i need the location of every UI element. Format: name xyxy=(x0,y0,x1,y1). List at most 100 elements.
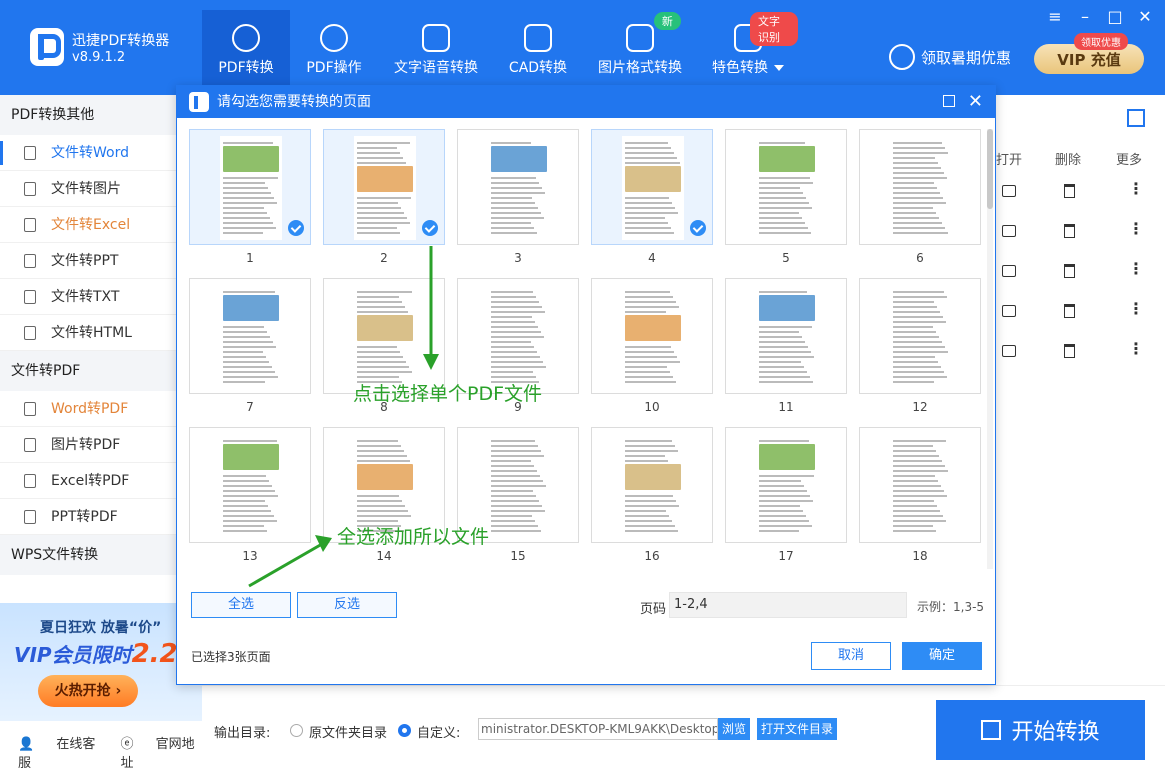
trash-icon[interactable] xyxy=(1064,344,1075,358)
minimize-icon[interactable]: – xyxy=(1076,8,1094,26)
online-service-link[interactable]: 👤 在线客服 xyxy=(18,733,102,770)
close-icon[interactable]: ✕ xyxy=(968,86,983,118)
text-line xyxy=(491,525,538,527)
text-line xyxy=(491,311,545,313)
trash-icon[interactable] xyxy=(1064,264,1075,278)
page-thumbnail[interactable] xyxy=(457,278,579,394)
close-icon[interactable]: ✕ xyxy=(1136,8,1154,26)
text-line xyxy=(491,306,542,308)
text-line xyxy=(223,361,269,363)
nav-image-format[interactable]: 新 图片格式转换 xyxy=(582,10,698,95)
page-thumbnail[interactable] xyxy=(591,129,713,245)
page-thumbnail[interactable] xyxy=(859,129,981,245)
page-thumbnail[interactable] xyxy=(591,427,713,543)
image-file-icon xyxy=(24,438,36,452)
page-grid-scrollbar[interactable] xyxy=(987,129,993,569)
summer-promo-link[interactable]: 领取暑期优惠 xyxy=(889,44,1011,70)
scroll-thumb[interactable] xyxy=(987,129,993,209)
select-all-button[interactable]: 全选 xyxy=(191,592,291,618)
trash-icon[interactable] xyxy=(1064,184,1075,198)
sidebar-section-title[interactable]: WPS文件转换 xyxy=(0,535,202,575)
maximize-icon[interactable]: □ xyxy=(1106,8,1124,26)
sidebar-item-word-to-pdf[interactable]: Word转PDF xyxy=(0,391,202,427)
folder-open-icon[interactable] xyxy=(1002,265,1016,277)
more-icon[interactable]: ⋮ xyxy=(1128,219,1144,238)
folder-open-icon[interactable] xyxy=(1002,305,1016,317)
text-line xyxy=(491,475,540,477)
invert-selection-button[interactable]: 反选 xyxy=(297,592,397,618)
sidebar-item-file-to-word[interactable]: 文件转Word xyxy=(0,135,202,171)
nav-pdf-convert[interactable]: PDF转换 xyxy=(202,10,290,95)
more-icon[interactable]: ⋮ xyxy=(1128,339,1144,358)
folder-open-icon[interactable] xyxy=(1002,185,1016,197)
text-line xyxy=(491,192,545,194)
more-icon[interactable]: ⋮ xyxy=(1128,259,1144,278)
sidebar-item-file-to-html[interactable]: 文件转HTML xyxy=(0,315,202,351)
website-link[interactable]: ⓔ 官网地址 xyxy=(120,733,202,770)
page-range-input[interactable]: 1-2,4 xyxy=(669,592,907,618)
page-thumbnail[interactable] xyxy=(725,129,847,245)
text-line xyxy=(223,515,274,517)
start-convert-button[interactable]: 开始转换 xyxy=(936,700,1145,760)
cancel-button[interactable]: 取消 xyxy=(811,642,891,670)
page-thumbnail[interactable] xyxy=(457,129,579,245)
page-thumbnail[interactable] xyxy=(725,427,847,543)
page-thumbnail[interactable] xyxy=(323,129,445,245)
more-icon[interactable]: ⋮ xyxy=(1128,299,1144,318)
text-line xyxy=(625,450,678,452)
text-line xyxy=(491,510,545,512)
page-preview xyxy=(220,434,282,538)
page-thumbnail[interactable] xyxy=(859,427,981,543)
photo-thumbnail xyxy=(491,146,547,172)
page-thumbnail[interactable] xyxy=(189,129,311,245)
ad-offer-text: VIP会员限时 xyxy=(14,643,132,667)
page-thumbnail[interactable] xyxy=(725,278,847,394)
page-thumbnail[interactable] xyxy=(591,278,713,394)
page-thumbnail[interactable] xyxy=(189,278,311,394)
folder-open-icon[interactable] xyxy=(1002,345,1016,357)
nav-cad[interactable]: CAD转换 xyxy=(494,10,582,95)
text-line xyxy=(491,207,538,209)
open-dir-button[interactable]: 打开文件目录 xyxy=(757,718,838,740)
page-thumbnail[interactable] xyxy=(859,278,981,394)
ad-grab-button[interactable]: 火热开抢 › xyxy=(38,675,138,707)
confirm-button[interactable]: 确定 xyxy=(902,642,982,670)
output-path-input[interactable]: ministrator.DESKTOP-KML9AKK\Desktop xyxy=(478,718,718,740)
radio-original-folder[interactable] xyxy=(290,724,303,737)
nav-text-speech[interactable]: 文字语音转换 xyxy=(378,10,494,95)
grid-view-icon[interactable] xyxy=(1127,109,1145,127)
text-line xyxy=(625,296,673,298)
menu-icon[interactable]: ≡ xyxy=(1046,8,1064,26)
maximize-icon[interactable] xyxy=(943,95,955,107)
text-line xyxy=(491,341,531,343)
trash-icon[interactable] xyxy=(1064,224,1075,238)
text-line xyxy=(759,341,805,343)
page-thumbnail[interactable] xyxy=(189,427,311,543)
text-line xyxy=(893,480,938,482)
promo-banner[interactable]: 夏日狂欢 放暑“价” VIP会员限时2.2折 火热开抢 › xyxy=(0,603,202,721)
trash-icon[interactable] xyxy=(1064,304,1075,318)
sidebar-item-file-to-image[interactable]: 文件转图片 xyxy=(0,171,202,207)
sidebar-item-file-to-excel[interactable]: 文件转Excel xyxy=(0,207,202,243)
text-line xyxy=(223,351,263,353)
page-number: 5 xyxy=(782,251,790,265)
text-line xyxy=(223,376,278,378)
sidebar-item-file-to-txt[interactable]: 文件转TXT xyxy=(0,279,202,315)
radio-custom-folder[interactable] xyxy=(398,724,411,737)
more-icon[interactable]: ⋮ xyxy=(1128,179,1144,198)
sidebar-item-ppt-to-pdf[interactable]: PPT转PDF xyxy=(0,499,202,535)
page-select-dialog: 请勾选您需要转换的页面 ✕ 1 2 3 4 5 6 7 8 9 10 11 12 13 14 15 16 17 1… xyxy=(176,85,996,685)
sidebar-item-image-to-pdf[interactable]: 图片转PDF xyxy=(0,427,202,463)
sidebar-item-excel-to-pdf[interactable]: Excel转PDF xyxy=(0,463,202,499)
page-thumbnail[interactable] xyxy=(323,278,445,394)
text-line xyxy=(625,217,665,219)
sidebar-item-file-to-ppt[interactable]: 文件转PPT xyxy=(0,243,202,279)
browse-button[interactable]: 浏览 xyxy=(718,718,751,740)
text-line xyxy=(625,525,675,527)
checkmark-icon xyxy=(690,220,706,236)
nav-pdf-operate[interactable]: PDF操作 xyxy=(290,10,378,95)
text-line xyxy=(759,520,809,522)
nav-special[interactable]: 文字识别 特色转换 xyxy=(698,10,798,95)
text-line xyxy=(223,217,270,219)
folder-open-icon[interactable] xyxy=(1002,225,1016,237)
